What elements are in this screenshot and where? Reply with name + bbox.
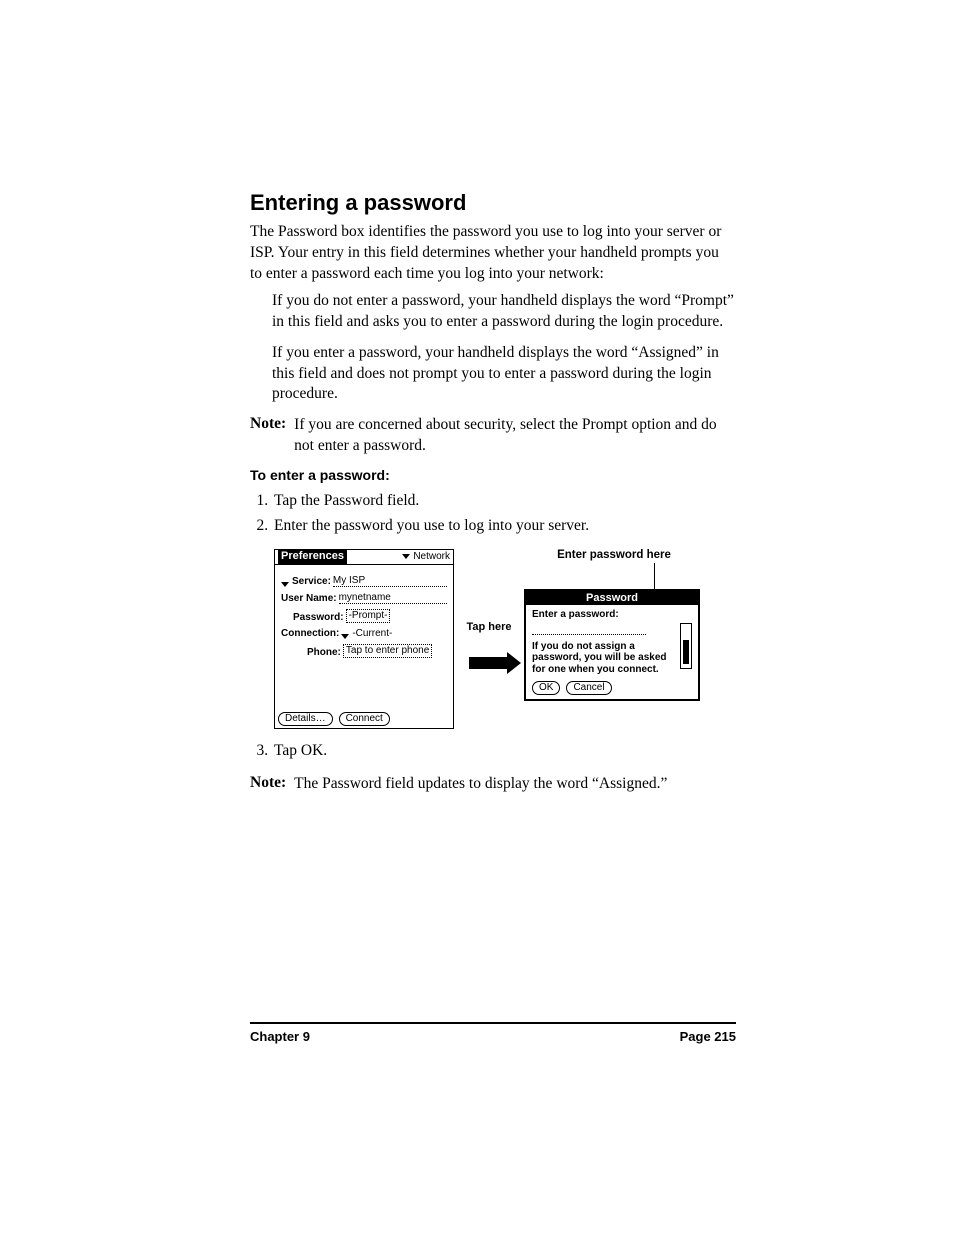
details-button[interactable]: Details… [278,712,333,726]
note-label: Note: [250,415,286,457]
dialog-title: Password [526,591,698,605]
scrollbar[interactable] [680,623,692,669]
category-dropdown[interactable]: Network [402,551,450,562]
connection-label: Connection: [281,628,339,639]
result-note: Note: The Password field updates to disp… [250,774,734,795]
password-field[interactable]: -Prompt- [346,609,391,623]
procedure-steps: Tap the Password field. Enter the passwo… [250,489,734,539]
service-field[interactable]: My ISP [333,575,447,587]
preferences-window: Preferences Network Service: My ISP User… [274,549,454,729]
page-footer: Chapter 9 Page 215 [250,1022,736,1044]
enter-password-callout: Enter password here [524,549,704,561]
password-dialog: Password Enter a password: If you do not… [524,589,700,702]
phone-field[interactable]: Tap to enter phone [343,644,432,658]
dialog-prompt: Enter a password: [532,609,692,620]
category-label: Network [413,551,450,562]
chevron-down-icon [402,554,410,559]
bullet-no-password: If you do not enter a password, your han… [272,291,734,333]
section-heading: Entering a password [250,190,734,216]
chevron-down-icon [281,582,289,587]
service-label: Service: [292,576,331,587]
bullet-with-password: If you enter a password, your handheld d… [272,343,734,406]
callout-column: Tap here [460,621,518,669]
figure: Preferences Network Service: My ISP User… [274,549,734,729]
ok-button[interactable]: OK [532,681,560,695]
note-text: If you are concerned about security, sel… [294,415,734,457]
intro-paragraph: The Password box identifies the password… [250,222,734,285]
step-2: Enter the password you use to log into y… [272,514,734,539]
arrow-right-icon [469,657,509,669]
procedure-title: To enter a password: [250,467,734,483]
connect-button[interactable]: Connect [339,712,390,726]
procedure-steps-continued: Tap OK. [250,739,734,764]
callout-line [654,563,655,589]
page-number: Page 215 [680,1029,736,1044]
phone-label: Phone: [307,647,341,658]
tap-here-label: Tap here [460,621,518,633]
step-3: Tap OK. [272,739,734,764]
step-1: Tap the Password field. [272,489,734,514]
connection-value[interactable]: -Current- [352,628,392,639]
chapter-label: Chapter 9 [250,1029,310,1044]
username-label: User Name: [281,593,337,604]
username-field[interactable]: mynetname [339,592,447,604]
cancel-button[interactable]: Cancel [566,681,611,695]
preferences-title: Preferences [278,550,347,564]
note-label: Note: [250,774,286,795]
note-text: The Password field updates to display th… [294,774,667,795]
bulleted-explanations: If you do not enter a password, your han… [272,291,734,406]
dialog-hint: If you do not assign a password, you wil… [532,641,692,676]
password-input[interactable] [532,624,646,635]
password-label: Password: [293,612,344,623]
security-note: Note: If you are concerned about securit… [250,415,734,457]
chevron-down-icon [341,634,349,639]
